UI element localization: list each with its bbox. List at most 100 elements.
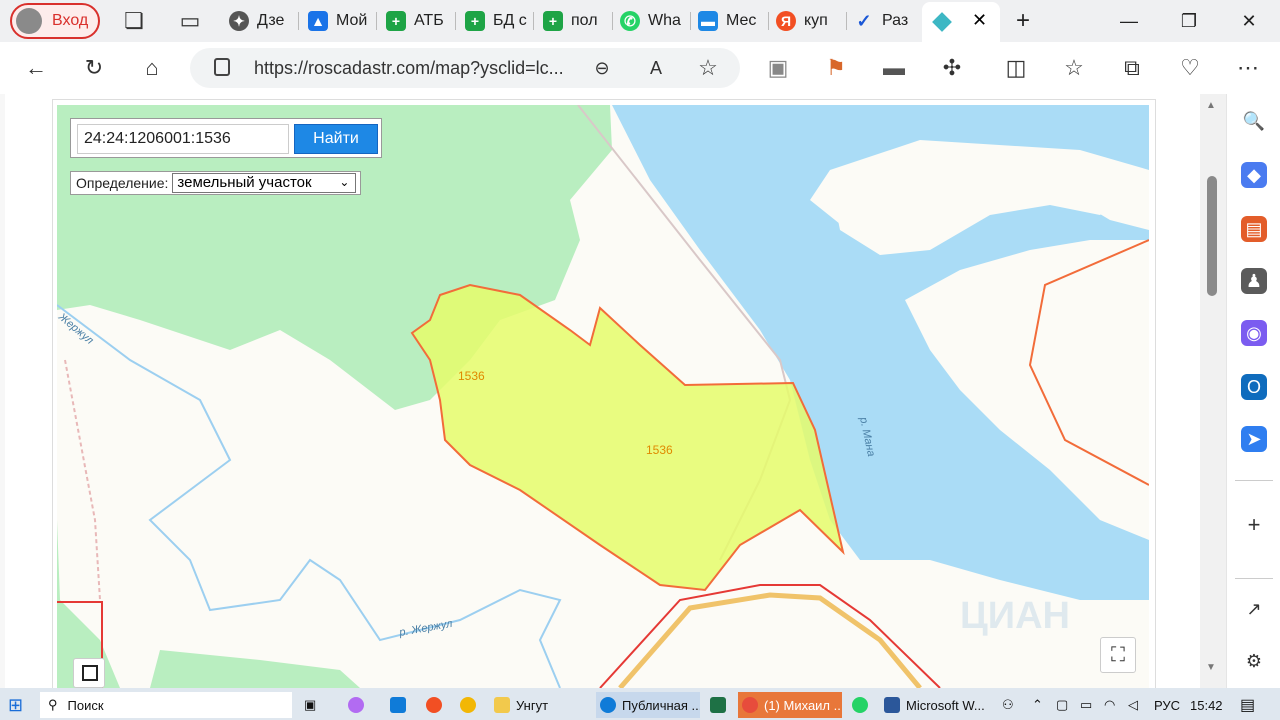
clock[interactable]: 15:42 (1190, 692, 1223, 718)
refresh-icon[interactable]: ↻ (80, 54, 108, 82)
profile-label: Вход (52, 12, 89, 29)
tab-drive[interactable]: ▲ Мой (308, 3, 374, 39)
page-scrollbar[interactable]: ▲ ▼ (1200, 94, 1226, 688)
scrollbar-thumb[interactable] (1207, 176, 1217, 296)
tab-pol[interactable]: + пол (543, 3, 609, 39)
send-icon[interactable]: ➤ (1241, 426, 1267, 452)
taskbar-search[interactable]: ⚲ Поиск (40, 692, 292, 718)
minimize-icon[interactable]: — (1116, 8, 1142, 34)
battery-icon[interactable]: ▭ (1080, 692, 1092, 718)
windows-start-icon[interactable]: ⊞ (8, 692, 23, 718)
profile-button[interactable]: Вход (10, 3, 100, 39)
back-icon[interactable]: ← (22, 54, 50, 82)
new-tab-icon[interactable]: + (1010, 8, 1036, 34)
task-edge[interactable]: Публичная ... (596, 692, 700, 718)
extension-hat-icon[interactable]: ▬ (880, 54, 908, 82)
task-label: Публичная ... (622, 697, 700, 713)
definition-select[interactable]: земельный участок ⌄ (172, 173, 357, 193)
tab-separator (612, 12, 613, 30)
yandex-icon: Я (776, 11, 796, 31)
search-icon[interactable]: 🔍 (1241, 108, 1267, 134)
active-tab[interactable]: ✕ (922, 2, 1000, 42)
toolbox-icon[interactable]: ▤ (1241, 216, 1267, 242)
find-button[interactable]: Найти (294, 124, 378, 154)
external-link-icon[interactable]: ↗ (1241, 596, 1267, 622)
fullscreen-icon: ⛶ (1111, 643, 1125, 666)
settings-gear-icon[interactable]: ⚙ (1241, 648, 1267, 674)
tab-messenger[interactable]: ▬ Мес (698, 3, 764, 39)
task-view-icon[interactable]: ▣ (304, 692, 316, 718)
avatar (16, 8, 42, 34)
games-icon[interactable]: ♟ (1241, 268, 1267, 294)
sheets-icon: + (386, 11, 406, 31)
task-word[interactable]: Microsoft W... (884, 692, 984, 718)
tab-label: БД с (493, 12, 527, 29)
tab-bd[interactable]: + БД с (465, 3, 531, 39)
extensions-puzzle-icon[interactable]: ✣ (938, 54, 966, 82)
tab-raz[interactable]: ✓ Раз (854, 3, 918, 39)
tab-separator (298, 12, 299, 30)
tab-label: куп (804, 12, 828, 29)
address-bar[interactable]: https://roscadastr.com/map?ysclid=lc... … (190, 48, 740, 88)
tab-label: Wha (648, 12, 681, 29)
task-label: (1) Михаил ... (764, 697, 842, 713)
tab-separator (455, 12, 456, 30)
windows-taskbar: ⊞ ⚲ Поиск ▣ Унгут Публичная ... (1) Миха… (0, 688, 1280, 720)
task-folder[interactable]: Унгут (494, 692, 590, 718)
zoom-icon[interactable]: ⊖ (588, 54, 616, 82)
tab-yandex[interactable]: Я куп (776, 3, 842, 39)
volume-icon[interactable]: ◁ (1128, 692, 1138, 718)
tab-separator (690, 12, 691, 30)
whatsapp-icon: ✆ (620, 11, 640, 31)
office-icon[interactable]: ◉ (1241, 320, 1267, 346)
sheets-icon: + (465, 11, 485, 31)
task-whatsapp[interactable] (852, 692, 874, 718)
more-menu-icon[interactable]: ⋯ (1234, 54, 1262, 82)
task-mikhail[interactable]: (1) Михаил ... (738, 692, 842, 718)
collections-ext-icon[interactable]: ▣ (764, 54, 792, 82)
yandex-taskbar-icon[interactable] (426, 692, 448, 718)
yandex-browser-icon[interactable] (460, 692, 482, 718)
sidebar-divider (1235, 578, 1273, 579)
tab-actions-icon[interactable]: ▭ (176, 7, 204, 35)
dzen-icon: ✦ (229, 11, 249, 31)
tab-atb[interactable]: + АТБ (386, 3, 452, 39)
add-icon[interactable]: + (1241, 512, 1267, 538)
outlook-icon[interactable]: O (1241, 374, 1267, 400)
cadastral-search-panel: Найти (70, 118, 382, 158)
scroll-up-icon[interactable]: ▲ (1206, 100, 1216, 111)
mail-icon[interactable] (390, 692, 412, 718)
favorite-star-icon[interactable]: ☆ (694, 54, 722, 82)
browser-essentials-icon[interactable]: ♡ (1176, 54, 1204, 82)
split-screen-icon[interactable]: ◫ (1002, 54, 1030, 82)
notifications-icon[interactable]: ▤ (1240, 692, 1255, 718)
tray-chevron-icon[interactable]: ⌃ (1032, 692, 1043, 718)
app-purple-icon (348, 697, 364, 713)
cadastral-number-input[interactable] (77, 124, 289, 154)
shopping-tag-icon[interactable]: ◆ (1241, 162, 1267, 188)
close-window-icon[interactable]: ✕ (1236, 8, 1262, 34)
task-excel[interactable] (710, 692, 732, 718)
fullscreen-button[interactable]: ⛶ (1100, 637, 1136, 673)
maximize-icon[interactable]: ❐ (1176, 8, 1202, 34)
wifi-icon[interactable]: ◠ (1104, 692, 1115, 718)
book-icon (82, 665, 98, 681)
collections-icon[interactable]: ⧉ (1118, 54, 1146, 82)
read-aloud-icon[interactable]: A (642, 54, 670, 82)
workspaces-icon[interactable]: ❏ (120, 7, 148, 35)
tray-icon[interactable]: ▢ (1056, 692, 1068, 718)
people-icon[interactable]: ⚇ (1002, 692, 1014, 718)
word-logo-icon: ✓ (856, 10, 872, 31)
chevron-down-icon: ⌄ (339, 175, 350, 189)
tab-dzen[interactable]: ✦ Дзе (229, 3, 295, 39)
favorites-icon[interactable]: ☆ (1060, 54, 1088, 82)
scroll-down-icon[interactable]: ▼ (1206, 662, 1216, 673)
tab-whatsapp[interactable]: ✆ Wha (620, 3, 686, 39)
extension-icon[interactable]: ⚑ (822, 54, 850, 82)
language-indicator[interactable]: РУС (1154, 692, 1180, 718)
browser-toolbar: ← ↻ ⌂ https://roscadastr.com/map?ysclid=… (0, 42, 1280, 94)
legend-button[interactable] (73, 658, 105, 688)
home-icon[interactable]: ⌂ (138, 54, 166, 82)
close-tab-icon[interactable]: ✕ (972, 10, 987, 31)
app-icon[interactable] (348, 692, 370, 718)
